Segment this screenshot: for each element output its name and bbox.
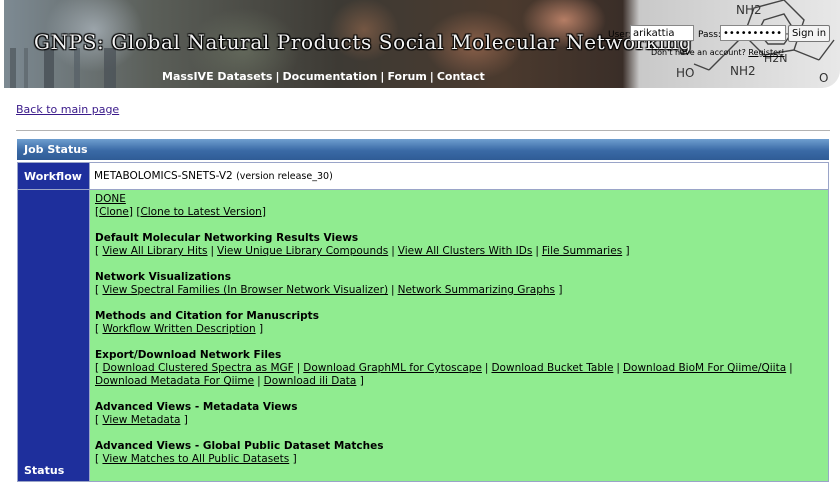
section-links: [ View All Library Hits | View Unique Libr… bbox=[95, 245, 630, 257]
section-title: Default Molecular Networking Results Vie… bbox=[95, 232, 359, 244]
download-biom-for-qiime-qiita-link[interactable]: Download BioM For Qiime/Qiita bbox=[623, 362, 786, 374]
workflow-version: (version release_30) bbox=[236, 171, 333, 182]
no-account-text: Don't have an account? Register! bbox=[651, 48, 785, 57]
chem-label: O bbox=[819, 71, 828, 85]
view-all-library-hits-link[interactable]: View All Library Hits bbox=[102, 245, 207, 257]
chem-label: NH2 bbox=[736, 3, 762, 17]
status-done-link[interactable]: DONE bbox=[95, 193, 126, 205]
nav-massive-datasets[interactable]: MassIVE Datasets bbox=[162, 70, 272, 83]
nav-documentation[interactable]: Documentation bbox=[283, 70, 378, 83]
status-cell: DONE [Clone] [Clone to Latest Version] D… bbox=[89, 189, 829, 482]
section-links: [ View Spectral Families (In Browser Net… bbox=[95, 284, 563, 296]
section-links: [ View Matches to All Public Datasets ] bbox=[95, 453, 297, 465]
nav-forum[interactable]: Forum bbox=[387, 70, 426, 83]
username-input[interactable] bbox=[630, 25, 694, 41]
top-nav: MassIVE Datasets | Documentation | Forum | Con… bbox=[162, 70, 485, 83]
section-title: Advanced Views - Metadata Views bbox=[95, 401, 298, 413]
workflow-value: METABOLOMICS-SNETS-V2 (version release_3… bbox=[89, 162, 829, 190]
download-bucket-table-link[interactable]: Download Bucket Table bbox=[491, 362, 613, 374]
section-links: [ Download Clustered Spectra as MGF | Down… bbox=[95, 362, 793, 374]
view-unique-library-compounds-link[interactable]: View Unique Library Compounds bbox=[217, 245, 388, 257]
nav-contact[interactable]: Contact bbox=[437, 70, 485, 83]
password-input[interactable] bbox=[720, 25, 786, 41]
workflow-label: Workflow bbox=[17, 162, 90, 190]
divider bbox=[16, 130, 830, 131]
view-all-clusters-with-ids-link[interactable]: View All Clusters With IDs bbox=[398, 245, 533, 257]
view-spectral-families-in-browser-network-visualizer-link[interactable]: View Spectral Families (In Browser Netwo… bbox=[102, 284, 388, 296]
chem-label: HO bbox=[676, 66, 694, 80]
section-title: Advanced Views - Global Public Dataset M… bbox=[95, 440, 384, 452]
download-clustered-spectra-as-mgf-link[interactable]: Download Clustered Spectra as MGF bbox=[102, 362, 293, 374]
result-sections: Default Molecular Networking Results Vie… bbox=[95, 232, 824, 466]
view-matches-to-all-public-datasets-link[interactable]: View Matches to All Public Datasets bbox=[102, 453, 289, 465]
download-graphml-for-cytoscape-link[interactable]: Download GraphML for Cytoscape bbox=[303, 362, 482, 374]
section-title: Network Visualizations bbox=[95, 271, 231, 283]
download-ili-data-link[interactable]: Download ili Data bbox=[264, 375, 357, 387]
back-to-main-link[interactable]: Back to main page bbox=[16, 103, 119, 116]
file-summaries-link[interactable]: File Summaries bbox=[542, 245, 622, 257]
register-link[interactable]: Register! bbox=[748, 48, 784, 57]
section-links: Download Metadata For Qiime | Download ili… bbox=[95, 375, 364, 387]
section-links: [ Workflow Written Description ] bbox=[95, 323, 264, 335]
workflow-written-description-link[interactable]: Workflow Written Description bbox=[102, 323, 255, 335]
clone-line: [Clone] [Clone to Latest Version] bbox=[95, 206, 266, 218]
site-banner: NH2 NH2 H2N HO NH2 O GNPS: Global Natura… bbox=[4, 0, 840, 88]
status-label: Status bbox=[17, 189, 90, 482]
section-links: [ View Metadata ] bbox=[95, 414, 188, 426]
banner-skyline-image bbox=[4, 48, 144, 88]
view-metadata-link[interactable]: View Metadata bbox=[102, 414, 180, 426]
job-status-header: Job Status bbox=[17, 139, 829, 160]
clone-latest-link[interactable]: Clone to Latest Version bbox=[140, 206, 261, 218]
sign-in-button[interactable]: Sign in bbox=[788, 25, 830, 42]
pass-label: Pass: bbox=[698, 30, 721, 40]
site-title: GNPS: Global Natural Products Social Mol… bbox=[34, 30, 693, 54]
user-label: User: bbox=[608, 30, 632, 40]
download-metadata-for-qiime-link[interactable]: Download Metadata For Qiime bbox=[95, 375, 254, 387]
section-title: Export/Download Network Files bbox=[95, 349, 282, 361]
chem-label: NH2 bbox=[730, 64, 756, 78]
workflow-name: METABOLOMICS-SNETS-V2 bbox=[94, 170, 233, 182]
job-status-table: Workflow METABOLOMICS-SNETS-V2 (version … bbox=[17, 162, 829, 482]
section-title: Methods and Citation for Manuscripts bbox=[95, 310, 319, 322]
no-account-label: Don't have an account? bbox=[651, 48, 746, 57]
network-summarizing-graphs-link[interactable]: Network Summarizing Graphs bbox=[398, 284, 555, 296]
clone-link[interactable]: Clone bbox=[99, 206, 129, 218]
